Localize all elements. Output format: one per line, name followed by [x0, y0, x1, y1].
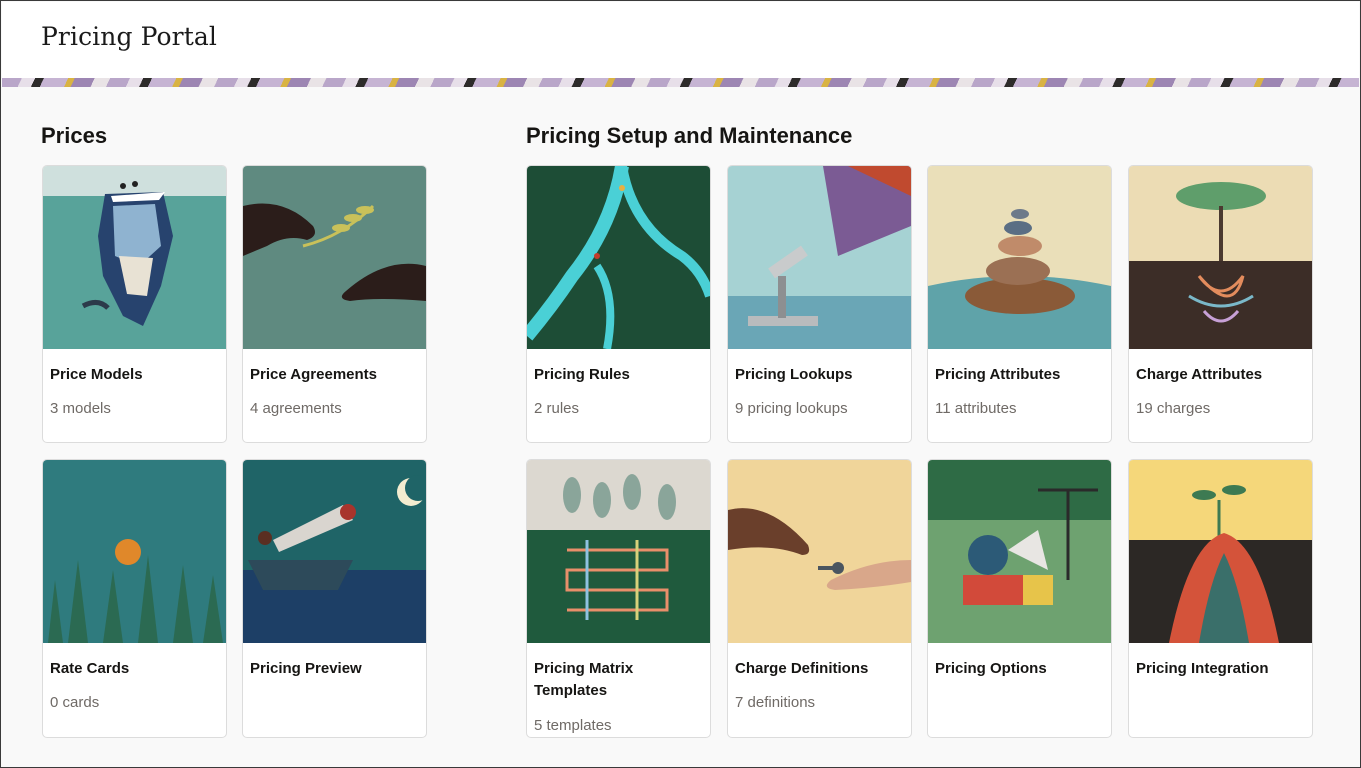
- tree-roots-illustration: [527, 166, 710, 349]
- key-handoff-illustration: [728, 460, 911, 643]
- card-title: Pricing Lookups: [735, 366, 853, 383]
- page-frame: Pricing Portal Prices Pricing Setup and …: [0, 0, 1361, 768]
- card-rate-cards[interactable]: Rate Cards 0 cards: [42, 459, 227, 738]
- handshake-branch-illustration: [243, 166, 426, 349]
- forest-sun-illustration: [43, 460, 226, 643]
- card-count: 0 cards: [50, 694, 100, 711]
- decorative-banner: [2, 78, 1359, 87]
- card-title: Pricing Matrix Templates: [534, 660, 634, 699]
- card-pricing-rules[interactable]: Pricing Rules 2 rules: [526, 165, 711, 443]
- card-count: 2 rules: [534, 400, 580, 417]
- construction-shapes-illustration: [928, 460, 1111, 643]
- root-network-illustration: [527, 460, 710, 643]
- card-title: Rate Cards: [50, 660, 130, 677]
- card-count: 3 models: [50, 400, 111, 417]
- telescope-boat-illustration: [243, 460, 426, 643]
- card-count: 5 templates: [534, 717, 612, 734]
- iceberg-illustration: [43, 166, 226, 349]
- card-title: Pricing Integration: [1136, 660, 1269, 677]
- card-pricing-options[interactable]: Pricing Options: [927, 459, 1112, 738]
- section-title-prices: Prices: [41, 123, 108, 148]
- microscope-illustration: [728, 166, 911, 349]
- card-pricing-matrix-templates[interactable]: Pricing Matrix Templates 5 templates: [526, 459, 711, 738]
- card-pricing-attributes[interactable]: Pricing Attributes 11 attributes: [927, 165, 1112, 443]
- plant-mound-illustration: [1129, 460, 1312, 643]
- card-price-agreements[interactable]: Price Agreements 4 agreements: [242, 165, 427, 443]
- stacked-stones-illustration: [928, 166, 1111, 349]
- card-count: 7 definitions: [735, 694, 816, 711]
- card-title: Pricing Preview: [250, 660, 362, 677]
- card-title: Pricing Options: [935, 660, 1047, 677]
- app-header: Pricing Portal: [2, 2, 1359, 78]
- card-title: Pricing Rules: [534, 366, 630, 383]
- card-count: 9 pricing lookups: [735, 400, 848, 417]
- card-count: 11 attributes: [935, 400, 1017, 417]
- card-charge-definitions[interactable]: Charge Definitions 7 definitions: [727, 459, 912, 738]
- card-count: 4 agreements: [250, 400, 342, 417]
- app-title: Pricing Portal: [41, 22, 217, 51]
- card-title: Pricing Attributes: [935, 366, 1061, 383]
- tree-roots-cross-section-illustration: [1129, 166, 1312, 349]
- card-title: Price Models: [50, 366, 143, 383]
- card-title: Charge Attributes: [1136, 366, 1263, 383]
- section-title-setup: Pricing Setup and Maintenance: [526, 123, 853, 148]
- card-pricing-lookups[interactable]: Pricing Lookups 9 pricing lookups: [727, 165, 912, 443]
- card-price-models[interactable]: Price Models 3 models: [42, 165, 227, 443]
- card-title: Charge Definitions: [735, 660, 869, 677]
- card-title: Price Agreements: [250, 366, 378, 383]
- card-charge-attributes[interactable]: Charge Attributes 19 charges: [1128, 165, 1313, 443]
- card-count: 19 charges: [1136, 400, 1211, 417]
- card-pricing-integration[interactable]: Pricing Integration: [1128, 459, 1313, 738]
- card-pricing-preview[interactable]: Pricing Preview: [242, 459, 427, 738]
